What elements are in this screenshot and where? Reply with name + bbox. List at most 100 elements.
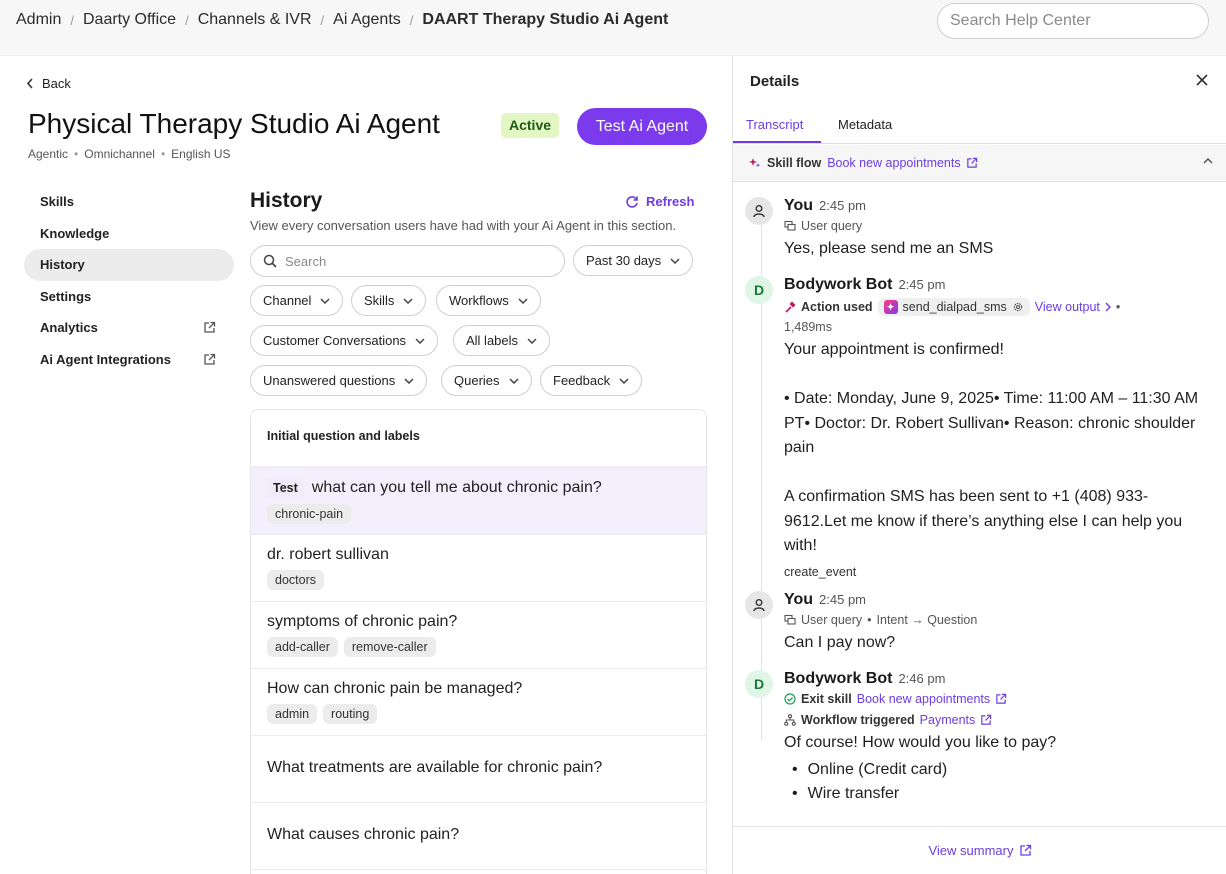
message-time: 2:45 pm [819,592,867,607]
hammer-icon [784,301,796,313]
sidebar-item-label: Ai Agent Integrations [40,351,171,367]
tag-list: doctors [267,570,690,590]
sidebar-item-knowledge[interactable]: Knowledge [24,218,234,250]
list-item[interactable]: What treatments are available for chroni… [251,736,706,803]
exit-skill-link[interactable]: Book new appointments [857,692,1007,706]
question-text: How can chronic pain be managed? [267,680,523,697]
chat-icon [784,614,796,626]
message-time: 2:45 pm [898,277,946,292]
message-sender: You [784,591,814,608]
test-ai-agent-button[interactable]: Test Ai Agent [577,108,707,145]
date-range-label: Past 30 days [586,253,662,268]
list-item[interactable]: Test what can you tell me about chronic … [251,467,706,535]
sidebar-item-settings[interactable]: Settings [24,281,234,313]
list-item-question: Test what can you tell me about chronic … [267,478,690,498]
back-button[interactable]: Back [26,76,71,91]
workflow-link[interactable]: Payments [920,713,993,727]
sidebar-item-analytics[interactable]: Analytics [24,312,234,344]
chevron-up-icon[interactable] [1203,158,1213,164]
message-time: 2:45 pm [819,198,867,213]
filter-skills-dropdown[interactable]: Skills [351,285,427,316]
list-item[interactable]: How can chronic pain be managed? admin r… [251,669,706,736]
sparkle-icon [749,157,761,169]
history-search-input[interactable] [285,253,535,269]
tag-list: chronic-pain [267,504,690,524]
search-icon [263,254,277,268]
close-icon[interactable] [1195,73,1209,87]
transcript-message-bot: D Bodywork Bot 2:45 pm Action used ✦ sen… [745,276,1215,579]
breadcrumb-item-ai-agents[interactable]: Ai Agents [333,11,401,29]
filter-all-labels-dropdown[interactable]: All labels [453,325,551,356]
question-text: what can you tell me about chronic pain? [311,479,602,496]
breadcrumb-item-admin[interactable]: Admin [16,11,61,29]
chat-icon [784,220,796,232]
help-center-search-input[interactable] [937,3,1209,39]
sidebar-item-skills[interactable]: Skills [24,186,234,218]
message-text: Yes, please send me an SMS [784,240,994,257]
list-header: Initial question and labels [251,410,706,467]
history-title: History [250,189,323,212]
tab-metadata[interactable]: Metadata [838,117,892,132]
date-range-dropdown[interactable]: Past 30 days [573,245,694,276]
breadcrumb-item-channels[interactable]: Channels & IVR [198,11,312,29]
breadcrumb-separator: / [409,12,414,28]
label-tag: admin [267,704,318,724]
status-badge: Active [501,113,560,138]
filter-label: Queries [454,373,500,388]
message-text: Of course! How would you like to pay? [784,734,1057,751]
check-circle-icon [784,693,796,705]
message-sender: Bodywork Bot [784,670,893,687]
breadcrumb-item-office[interactable]: Daarty Office [83,11,176,29]
list-item[interactable]: dr. robert sullivan doctors [251,535,706,602]
chevron-down-icon [404,377,414,384]
transcript-message-user: You 2:45 pm User query • Intent → Questi… [745,591,1215,656]
breadcrumb: Admin / Daarty Office / Channels & IVR /… [16,11,668,29]
label-tag: routing [323,704,378,724]
chevron-right-icon [1105,302,1111,312]
filter-customer-conversations-dropdown[interactable]: Customer Conversations [250,325,439,356]
view-output-label: View output [1034,300,1100,314]
action-chip: ✦ send_dialpad_sms [877,298,1030,316]
workflow-label: Workflow triggered [801,713,915,727]
chevron-down-icon [670,257,680,264]
chevron-down-icon [527,337,537,344]
external-link-icon [203,353,216,366]
agent-channel: Omnichannel [84,147,155,161]
external-link-icon [203,321,216,334]
sidebar-item-history[interactable]: History [24,249,234,281]
filter-workflows-dropdown[interactable]: Workflows [436,285,541,316]
action-name: send_dialpad_sms [902,300,1007,314]
message-line: Your appointment is confirmed! [784,341,1004,358]
list-item[interactable]: symptoms of chronic pain? add-caller rem… [251,602,706,669]
message-meta: User query [784,219,1215,233]
message-line: A confirmation SMS has been sent to +1 (… [784,488,1183,554]
filter-queries-dropdown[interactable]: Queries [441,365,532,396]
message-text: Your appointment is confirmed! • Date: M… [784,338,1204,559]
filter-unanswered-questions-dropdown[interactable]: Unanswered questions [250,365,428,396]
list-item[interactable]: What causes chronic pain? [251,803,706,870]
filter-channel-dropdown[interactable]: Channel [250,285,344,316]
sidebar-item-label: Skills [40,194,74,210]
tag-list: admin routing [267,704,690,724]
test-tag: Test [267,478,304,498]
agent-type: Agentic [28,147,69,161]
skill-flow-label: Skill flow [767,156,822,170]
question-text: What treatments are available for chroni… [267,759,603,776]
dialpad-app-icon: ✦ [883,300,898,314]
sidebar-item-ai-agent-integrations[interactable]: Ai Agent Integrations [24,344,234,376]
filter-feedback-dropdown[interactable]: Feedback [540,365,643,396]
skill-flow-link[interactable]: Book new appointments [827,156,977,170]
chevron-left-icon [26,78,34,89]
external-link-icon [980,714,992,726]
view-output-link[interactable]: View output [1035,300,1111,314]
sidebar-item-label: History [40,257,85,273]
chevron-down-icon [619,377,629,384]
view-summary-link[interactable]: View summary [928,843,1031,858]
tab-transcript[interactable]: Transcript [746,117,803,132]
exit-skill-link-text: Book new appointments [856,692,991,706]
filter-label: All labels [466,333,519,348]
refresh-button[interactable]: Refresh [625,194,694,209]
event-label: create_event [784,564,857,579]
refresh-icon [625,195,639,209]
dot-separator: • [1115,300,1121,314]
